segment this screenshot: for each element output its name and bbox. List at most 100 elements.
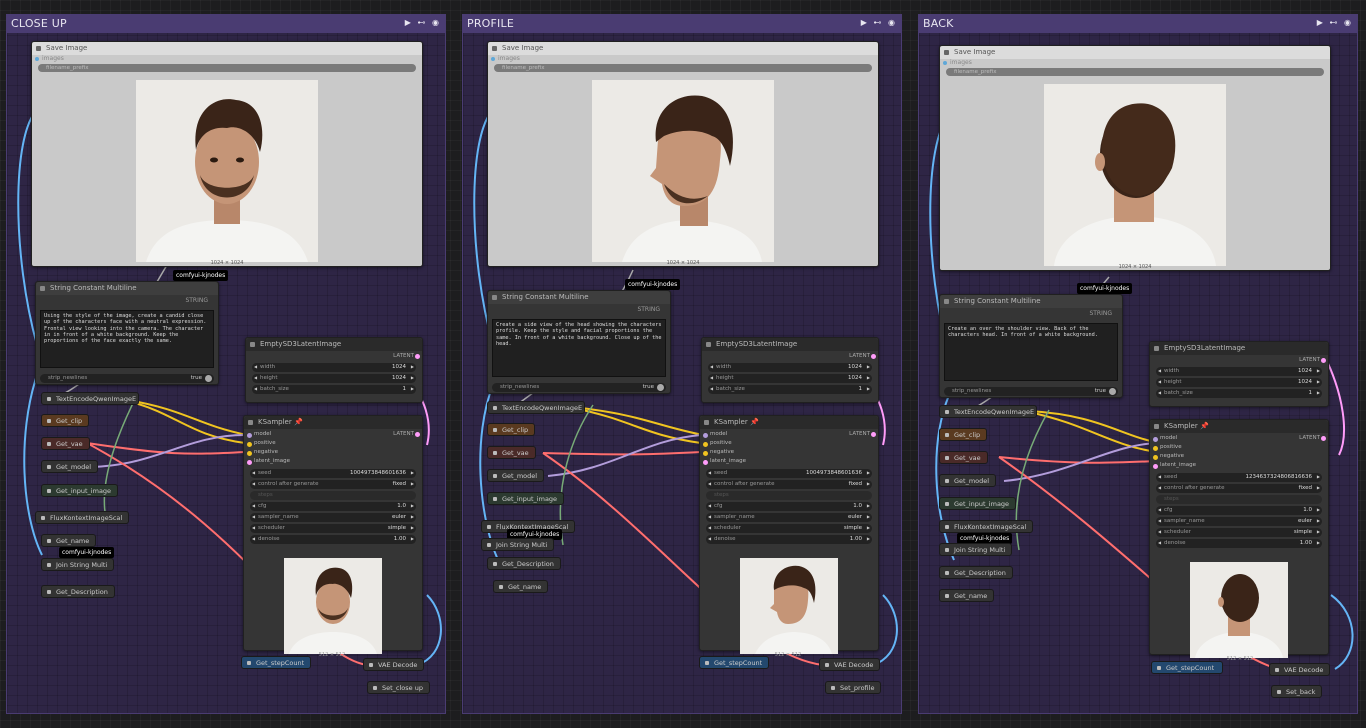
- get-description-node[interactable]: Get_Description: [41, 585, 115, 598]
- steps-widget[interactable]: steps: [1156, 495, 1322, 504]
- join-string-multi-node[interactable]: Join String Multi: [41, 558, 115, 571]
- seed-widget[interactable]: seed1234637324806816636: [1156, 473, 1322, 482]
- batch-size-widget[interactable]: batch_size1: [708, 385, 872, 394]
- model-input[interactable]: model: [700, 431, 878, 440]
- scheduler-widget[interactable]: schedulersimple: [706, 524, 872, 533]
- get-model-node[interactable]: Get_model: [41, 460, 99, 473]
- get-name-node[interactable]: Get_name: [493, 580, 549, 593]
- width-widget[interactable]: width1024: [1156, 367, 1322, 376]
- filename-prefix-field[interactable]: filename_prefix: [494, 64, 872, 72]
- seed-widget[interactable]: seed1004973848601636: [250, 469, 416, 478]
- control-after-generate-widget[interactable]: control after generatefixed: [1156, 484, 1322, 493]
- group-profile[interactable]: PROFILE ▶ ⊷ ◉ Save Image images filename_…: [462, 14, 902, 714]
- cfg-widget[interactable]: cfg1.0: [1156, 506, 1322, 515]
- group-back[interactable]: BACK ▶ ⊷ ◉ Save Image images filename_pre…: [918, 14, 1358, 714]
- model-input[interactable]: model: [244, 431, 422, 440]
- get-clip-node[interactable]: Get_clip: [487, 423, 536, 436]
- latent-output[interactable]: LATENT: [393, 353, 420, 359]
- get-input-image-node[interactable]: Get_input_image: [41, 484, 119, 497]
- sampler-name-widget[interactable]: sampler_nameeuler: [250, 513, 416, 522]
- height-widget[interactable]: height1024: [708, 374, 872, 383]
- empty-sd3-latent-image-node[interactable]: EmptySD3LatentImage LATENT width1024 hei…: [701, 337, 879, 403]
- text-encode-qwen-node[interactable]: TextEncodeQwenImageE: [41, 392, 139, 405]
- strip-newlines-toggle[interactable]: strip_newlines true: [40, 374, 214, 383]
- vae-decode-node[interactable]: VAE Decode: [1269, 663, 1331, 676]
- positive-input[interactable]: positive: [700, 440, 878, 449]
- ksampler-node[interactable]: KSampler 📌 LATENT model positive negativ…: [699, 415, 879, 654]
- get-model-node[interactable]: Get_model: [939, 474, 997, 487]
- scheduler-widget[interactable]: schedulersimple: [1156, 528, 1322, 537]
- save-image-node[interactable]: Save Image images filename_prefix 1024 ×…: [939, 45, 1331, 271]
- join-string-multi-node[interactable]: Join String Multi: [481, 538, 555, 551]
- strip-newlines-toggle[interactable]: strip_newlines true: [944, 387, 1118, 396]
- group-title[interactable]: PROFILE ▶ ⊷ ◉: [463, 15, 901, 33]
- flux-kontext-image-scale-node[interactable]: FluxKontextImageScal: [939, 520, 1034, 533]
- save-image-node[interactable]: Save Image images filename_prefix 1024 ×…: [487, 41, 879, 267]
- empty-sd3-latent-image-node[interactable]: EmptySD3LatentImage LATENT width1024 hei…: [1149, 341, 1329, 407]
- latent-output[interactable]: LATENT: [1299, 357, 1326, 363]
- text-encode-qwen-node[interactable]: TextEncodeQwenImageE: [487, 401, 585, 414]
- seed-widget[interactable]: seed1004973848601636: [706, 469, 872, 478]
- scheduler-widget[interactable]: schedulersimple: [250, 524, 416, 533]
- denoise-widget[interactable]: denoise1.00: [1156, 539, 1322, 548]
- latent-image-input[interactable]: latent_image: [244, 458, 422, 467]
- string-output[interactable]: STRING: [1089, 310, 1112, 317]
- string-constant-multiline-node[interactable]: String Constant Multiline STRING Create …: [939, 294, 1123, 398]
- set-output-node[interactable]: Set_profile: [825, 681, 882, 694]
- text-encode-qwen-node[interactable]: TextEncodeQwenImageE: [939, 405, 1037, 418]
- width-widget[interactable]: width1024: [708, 363, 872, 372]
- positive-input[interactable]: positive: [244, 440, 422, 449]
- get-name-node[interactable]: Get_name: [41, 534, 97, 547]
- empty-sd3-latent-image-node[interactable]: EmptySD3LatentImage LATENT width1024 hei…: [245, 337, 423, 403]
- cfg-widget[interactable]: cfg1.0: [706, 502, 872, 511]
- prompt-textarea[interactable]: Create a side view of the head showing t…: [492, 319, 666, 377]
- control-after-generate-widget[interactable]: control after generatefixed: [706, 480, 872, 489]
- get-vae-node[interactable]: Get_vae: [487, 446, 536, 459]
- get-name-node[interactable]: Get_name: [939, 589, 995, 602]
- flux-kontext-image-scale-node[interactable]: FluxKontextImageScal: [35, 511, 130, 524]
- group-title[interactable]: BACK ▶ ⊷ ◉: [919, 15, 1357, 33]
- batch-size-widget[interactable]: batch_size1: [252, 385, 416, 394]
- height-widget[interactable]: height1024: [1156, 378, 1322, 387]
- images-input[interactable]: images: [32, 55, 422, 63]
- set-output-node[interactable]: Set_back: [1271, 685, 1323, 698]
- get-clip-node[interactable]: Get_clip: [41, 414, 90, 427]
- group-close-up[interactable]: CLOSE UP ▶ ⊷ ◉ Save Image images filename…: [6, 14, 446, 714]
- get-step-count-node[interactable]: Get_stepCount: [1151, 661, 1223, 674]
- denoise-widget[interactable]: denoise1.00: [706, 535, 872, 544]
- model-input[interactable]: model: [1150, 435, 1328, 444]
- join-string-multi-node[interactable]: Join String Multi: [939, 543, 1013, 556]
- get-model-node[interactable]: Get_model: [487, 469, 545, 482]
- get-description-node[interactable]: Get_Description: [939, 566, 1013, 579]
- group-controls[interactable]: ▶ ⊷ ◉: [861, 18, 897, 27]
- negative-input[interactable]: negative: [244, 449, 422, 458]
- filename-prefix-field[interactable]: filename_prefix: [946, 68, 1324, 76]
- string-constant-multiline-node[interactable]: String Constant Multiline STRING Create …: [487, 290, 671, 394]
- sampler-name-widget[interactable]: sampler_nameeuler: [1156, 517, 1322, 526]
- latent-output[interactable]: LATENT: [849, 353, 876, 359]
- get-vae-node[interactable]: Get_vae: [41, 437, 90, 450]
- width-widget[interactable]: width1024: [252, 363, 416, 372]
- get-input-image-node[interactable]: Get_input_image: [487, 492, 565, 505]
- string-constant-multiline-node[interactable]: String Constant Multiline STRING Using t…: [35, 281, 219, 385]
- get-step-count-node[interactable]: Get_stepCount: [699, 656, 769, 669]
- cfg-widget[interactable]: cfg1.0: [250, 502, 416, 511]
- sampler-name-widget[interactable]: sampler_nameeuler: [706, 513, 872, 522]
- get-step-count-node[interactable]: Get_stepCount: [241, 656, 311, 669]
- vae-decode-node[interactable]: VAE Decode: [819, 658, 881, 671]
- prompt-textarea[interactable]: Using the style of the image, create a c…: [40, 310, 214, 368]
- negative-input[interactable]: negative: [1150, 453, 1328, 462]
- latent-image-input[interactable]: latent_image: [700, 458, 878, 467]
- get-clip-node[interactable]: Get_clip: [939, 428, 988, 441]
- denoise-widget[interactable]: denoise1.00: [250, 535, 416, 544]
- save-image-node[interactable]: Save Image images filename_prefix 1024 ×…: [31, 41, 423, 267]
- steps-widget[interactable]: steps: [706, 491, 872, 500]
- latent-image-input[interactable]: latent_image: [1150, 462, 1328, 471]
- set-output-node[interactable]: Set_close up: [367, 681, 430, 694]
- get-input-image-node[interactable]: Get_input_image: [939, 497, 1017, 510]
- get-vae-node[interactable]: Get_vae: [939, 451, 988, 464]
- negative-input[interactable]: negative: [700, 449, 878, 458]
- group-controls[interactable]: ▶ ⊷ ◉: [1317, 18, 1353, 27]
- prompt-textarea[interactable]: Create an over the shoulder view. Back o…: [944, 323, 1118, 381]
- ksampler-node[interactable]: KSampler 📌 LATENT model positive negativ…: [243, 415, 423, 654]
